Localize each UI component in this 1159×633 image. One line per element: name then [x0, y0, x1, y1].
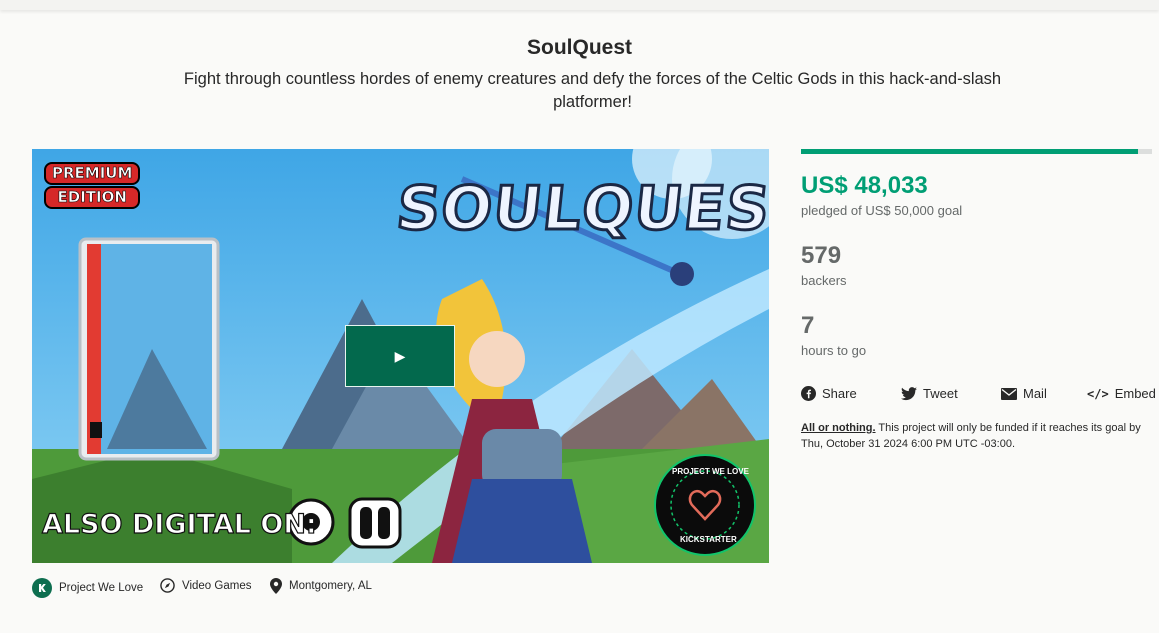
- badge-line-1: PREMIUM: [44, 162, 141, 185]
- location-pin-icon: [270, 578, 282, 594]
- share-facebook-button[interactable]: Share: [801, 386, 857, 401]
- mail-icon: [1001, 387, 1017, 400]
- project-blurb: Fight through countless hordes of enemy …: [183, 70, 1002, 111]
- share-facebook-label: Share: [822, 386, 857, 401]
- pledged-amount: US$ 48,033: [801, 172, 928, 199]
- also-digital-text: ALSO DIGITAL ON:: [41, 508, 317, 540]
- tag-location-label: Montgomery, AL: [289, 580, 372, 592]
- all-or-nothing-link[interactable]: All or nothing.: [801, 422, 876, 434]
- funding-terms-note: All or nothing. This project will only b…: [801, 420, 1151, 452]
- game-logo: SOULQUEST: [392, 173, 769, 246]
- share-twitter-button[interactable]: Tweet: [901, 386, 958, 401]
- tag-location[interactable]: Montgomery, AL: [270, 578, 372, 594]
- project-we-love-seal-top: PROJECT WE LOVE: [672, 467, 749, 476]
- top-nav-bar: [0, 0, 1159, 10]
- backers-count: 579: [801, 242, 842, 269]
- play-video-button[interactable]: ▶: [345, 325, 455, 387]
- share-embed-label: Embed: [1114, 386, 1156, 401]
- project-title: SoulQuest: [526, 36, 632, 59]
- play-icon: ▶: [394, 347, 406, 364]
- tag-project-we-love[interactable]: Project We Love: [32, 578, 143, 598]
- tag-category-label: Video Games: [182, 579, 252, 592]
- backers-label: backers: [801, 273, 847, 288]
- share-mail-button[interactable]: Mail: [1001, 386, 1047, 401]
- premium-edition-badge: PREMIUM EDITION: [44, 162, 141, 210]
- project-we-love-seal-bottom: KICKSTARTER: [680, 535, 737, 544]
- compass-icon: [160, 578, 175, 593]
- hours-remaining: 7: [801, 312, 815, 339]
- tag-project-we-love-label: Project We Love: [59, 582, 144, 594]
- share-twitter-label: Tweet: [923, 386, 958, 401]
- share-bar: Share Tweet Mail </> Embed: [801, 386, 1159, 406]
- code-icon: </>: [1087, 386, 1109, 401]
- funding-progress-fill: [801, 149, 1138, 154]
- badge-line-2: EDITION: [44, 186, 141, 209]
- twitter-icon: [901, 386, 917, 400]
- pledged-goal-label: pledged of US$ 50,000 goal: [801, 203, 963, 218]
- project-video[interactable]: PREMIUM EDITION SOULQUEST ALSO DIGITAL O…: [32, 149, 769, 563]
- kickstarter-badge-icon: [32, 578, 52, 598]
- funding-progress-bar: [801, 149, 1152, 154]
- tag-category[interactable]: Video Games: [160, 578, 251, 593]
- hours-label: hours to go: [801, 343, 867, 358]
- facebook-icon: [801, 386, 816, 401]
- share-mail-label: Mail: [1023, 386, 1047, 401]
- share-embed-button[interactable]: </> Embed: [1087, 386, 1156, 401]
